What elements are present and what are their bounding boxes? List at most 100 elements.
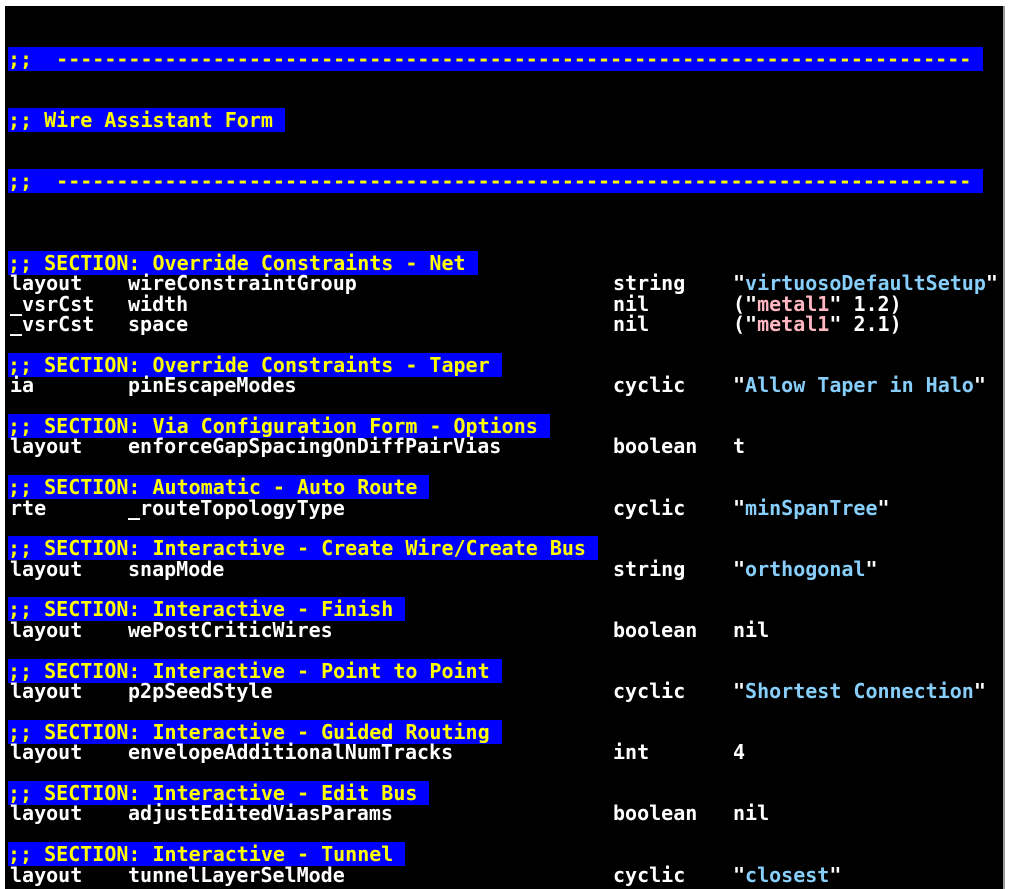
setting-tool: layout	[10, 679, 83, 704]
setting-value: 4	[733, 742, 745, 762]
section-title: ;; SECTION: Interactive - Create Wire/Cr…	[8, 536, 599, 561]
setting-type: cyclic	[613, 679, 686, 704]
setting-name: space	[128, 311, 189, 336]
setting-value: "orthogonal"	[733, 556, 878, 581]
setting-name: snapMode	[128, 556, 225, 581]
setting-type: boolean	[613, 617, 698, 642]
setting-type: string	[613, 271, 686, 296]
section-header: ;; SECTION: Interactive - Create Wire/Cr…	[8, 536, 1003, 561]
setting-value: "virtuosoDefaultSetup"	[733, 273, 998, 293]
setting-row[interactable]: layout wireConstraintGroup string "virtuoso…	[8, 271, 1003, 296]
setting-tool: ia	[10, 373, 35, 398]
value-number: 2.1	[853, 311, 890, 336]
setting-name: _routeTopologyType	[128, 495, 345, 520]
value-plain: t	[733, 434, 746, 459]
quote: "	[733, 373, 746, 398]
quote: "	[865, 556, 878, 581]
value-string: closest	[745, 862, 830, 887]
value-layer: metal1	[757, 311, 830, 336]
setting-tool: layout	[10, 740, 83, 765]
setting-row[interactable]: layout tunnelLayerSelMode cyclic "closest"	[8, 862, 1003, 887]
setting-value: ("metal1" 2.1)	[733, 314, 902, 334]
section-header: ;; SECTION: Interactive - Guided Routing	[8, 719, 1003, 744]
quote: "	[733, 679, 746, 704]
setting-row[interactable]: _vsrCst space nil ("metal1" 2.1)	[8, 311, 1003, 336]
setting-name: wireConstraintGroup	[128, 271, 357, 296]
setting-value: "Shortest Connection"	[733, 681, 986, 701]
value-string: Allow Taper in Halo	[745, 373, 974, 398]
quote: "	[877, 495, 890, 520]
section-header: ;; SECTION: Via Configuration Form - Opt…	[8, 413, 1003, 438]
setting-tool: layout	[10, 556, 83, 581]
section-title: ;; SECTION: Interactive - Tunnel	[8, 842, 406, 867]
list-open: ("	[733, 311, 758, 336]
setting-value: nil	[733, 803, 769, 823]
setting-type: string	[613, 556, 686, 581]
setting-tool: layout	[10, 801, 83, 826]
setting-type: nil	[613, 311, 650, 336]
setting-row[interactable]: _vsrCst width nil ("metal1" 1.2)	[8, 291, 1003, 316]
setting-row[interactable]: layout adjustEditedViasParams boolean nil	[8, 801, 1003, 826]
setting-type: int	[613, 740, 650, 765]
quote: "	[973, 679, 986, 704]
quote: "	[733, 495, 746, 520]
setting-tool: _vsrCst	[10, 311, 95, 336]
setting-value: ("metal1" 1.2)	[733, 293, 902, 314]
setting-name: p2pSeedStyle	[128, 679, 273, 704]
section-header: ;; SECTION: Interactive - Tunnel	[8, 842, 1003, 867]
setting-tool: layout	[10, 862, 83, 887]
setting-row[interactable]: layout envelopeAdditionalNumTracks int 4	[8, 740, 1003, 765]
setting-name: envelopeAdditionalNumTracks	[128, 740, 454, 765]
setting-value: "minSpanTree"	[733, 495, 890, 520]
section-header: ;; SECTION: Interactive - Point to Point	[8, 658, 1003, 683]
file-content[interactable]: ;; -------------------------------------…	[8, 8, 1003, 885]
quote: "	[973, 373, 986, 398]
setting-value: nil	[733, 620, 769, 640]
setting-type: cyclic	[613, 373, 686, 398]
setting-tool: layout	[10, 271, 83, 296]
text-editor-window[interactable]: ;; -------------------------------------…	[5, 6, 1005, 889]
setting-tool: rte	[10, 495, 47, 520]
list-close: )	[889, 311, 902, 336]
setting-value: "closest"	[733, 862, 842, 887]
setting-tool: layout	[10, 617, 83, 642]
setting-row[interactable]: rte _routeTopologyType cyclic "minSpanTree"	[8, 495, 1003, 520]
quote: "	[829, 311, 854, 336]
value-plain: nil	[733, 617, 770, 642]
setting-name: tunnelLayerSelMode	[128, 862, 345, 887]
header-title: ;; Wire Assistant Form	[8, 108, 285, 133]
setting-row[interactable]: layout snapMode string "orthogonal"	[8, 556, 1003, 581]
quote: "	[733, 862, 746, 887]
setting-row[interactable]: layout p2pSeedStyle cyclic "Shortest Connec…	[8, 679, 1003, 704]
section-header: ;; SECTION: Interactive - Finish	[8, 597, 1003, 622]
section-header: ;; SECTION: Interactive - Edit Bus	[8, 780, 1003, 805]
quote: "	[829, 862, 842, 887]
setting-name: adjustEditedViasParams	[128, 801, 393, 826]
setting-row[interactable]: layout enforceGapSpacingOnDiffPairVias boo…	[8, 434, 1003, 459]
value-plain: 4	[733, 740, 746, 765]
setting-name: wePostCriticWires	[128, 617, 333, 642]
setting-row[interactable]: ia pinEscapeModes cyclic "Allow Taper in Ha…	[8, 373, 1003, 398]
section-header: ;; SECTION: Override Constraints - Taper	[8, 352, 1003, 377]
section-header: ;; SECTION: Automatic - Auto Route	[8, 475, 1003, 500]
setting-tool: layout	[10, 434, 83, 459]
setting-name: enforceGapSpacingOnDiffPairVias	[128, 434, 502, 459]
value-string: Shortest Connection	[745, 679, 974, 704]
section-title: ;; SECTION: Interactive - Guided Routing	[8, 719, 502, 744]
setting-type: boolean	[613, 434, 698, 459]
setting-value: t	[733, 436, 745, 456]
quote: "	[985, 271, 998, 296]
quote: "	[733, 556, 746, 581]
setting-row[interactable]: layout wePostCriticWires boolean nil	[8, 617, 1003, 642]
setting-type: nil	[613, 291, 650, 316]
setting-type: boolean	[613, 801, 698, 826]
